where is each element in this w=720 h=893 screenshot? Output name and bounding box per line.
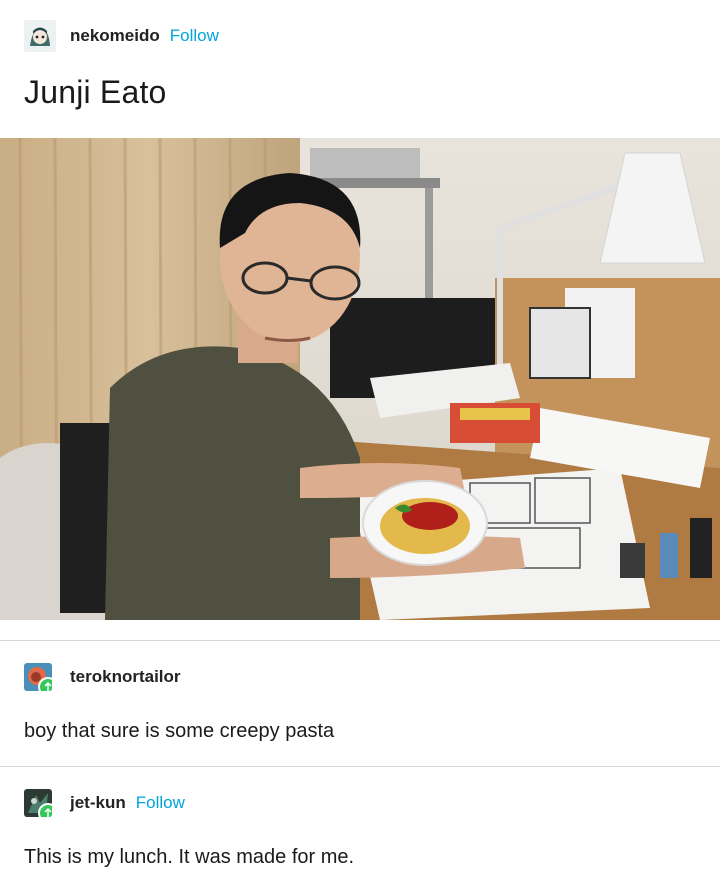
reblog-header: teroknortailor [24,660,181,694]
reblogger-avatar[interactable] [24,663,52,691]
avatar-nekomeido-icon [24,20,56,52]
reblog-icon [38,803,52,817]
reblog-text: boy that sure is some creepy pasta [24,720,335,742]
post-header: nekomeido Follow [24,18,219,54]
follow-button[interactable]: Follow [170,26,219,46]
divider [0,766,720,767]
author-avatar[interactable] [24,20,56,52]
reblog-header: jet-kun Follow [24,786,185,820]
reblogger-avatar[interactable] [24,789,52,817]
post-photo[interactable] [0,138,720,620]
reblog-text: This is my lunch. It was made for me. [24,846,355,868]
follow-button[interactable]: Follow [136,793,185,813]
author-username[interactable]: nekomeido [70,26,160,46]
reblogger-username[interactable]: teroknortailor [70,667,181,687]
post-title: Junji Eato [24,74,167,110]
reblogger-username[interactable]: jet-kun [70,793,126,813]
divider [0,640,720,641]
reblog-icon [38,677,52,691]
photo-illustration [0,138,720,620]
